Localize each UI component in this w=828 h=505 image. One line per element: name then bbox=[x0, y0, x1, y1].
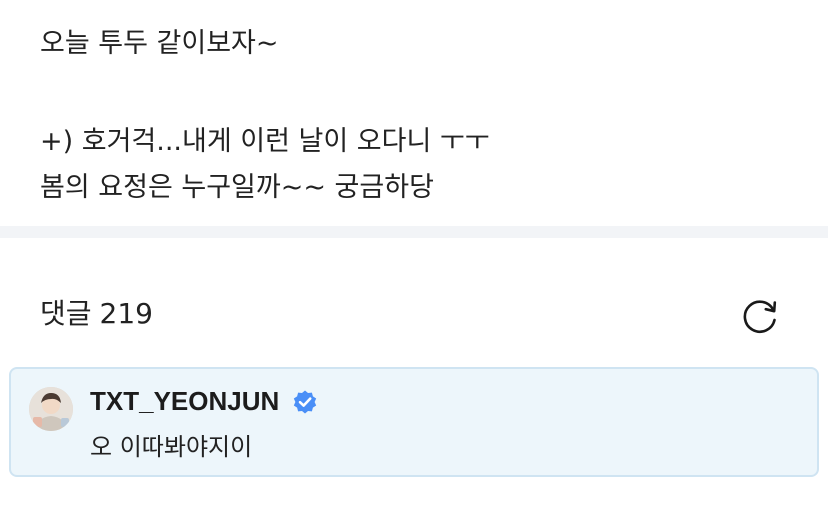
post-text-line: 오늘 투두 같이보자~ bbox=[40, 28, 279, 59]
avatar[interactable] bbox=[29, 387, 73, 431]
comment-item[interactable]: TXT_YEONJUN 오 이따봐야지이 bbox=[9, 367, 819, 477]
refresh-button[interactable] bbox=[738, 294, 782, 338]
post-body: 오늘 투두 같이보자~ +) 호거걱...내게 이런 날이 오다니 ㅜㅜ 봄의 … bbox=[0, 0, 828, 226]
comments-count: 219 bbox=[99, 297, 153, 330]
refresh-icon bbox=[743, 300, 777, 333]
comment-author[interactable]: TXT_YEONJUN bbox=[90, 385, 279, 417]
section-divider bbox=[0, 226, 828, 238]
verified-badge-icon bbox=[292, 389, 318, 415]
comment-text: 오 이따봐야지이 bbox=[90, 433, 253, 461]
post-text-line: 봄의 요정은 누구일까~~ 궁금하당 bbox=[40, 172, 434, 203]
comments-header: 댓글 219 bbox=[0, 238, 828, 358]
post-text-line: +) 호거걱...내게 이런 날이 오다니 ㅜㅜ bbox=[40, 126, 490, 157]
comments-label: 댓글 bbox=[40, 297, 92, 330]
comments-title: 댓글 219 bbox=[40, 296, 153, 332]
